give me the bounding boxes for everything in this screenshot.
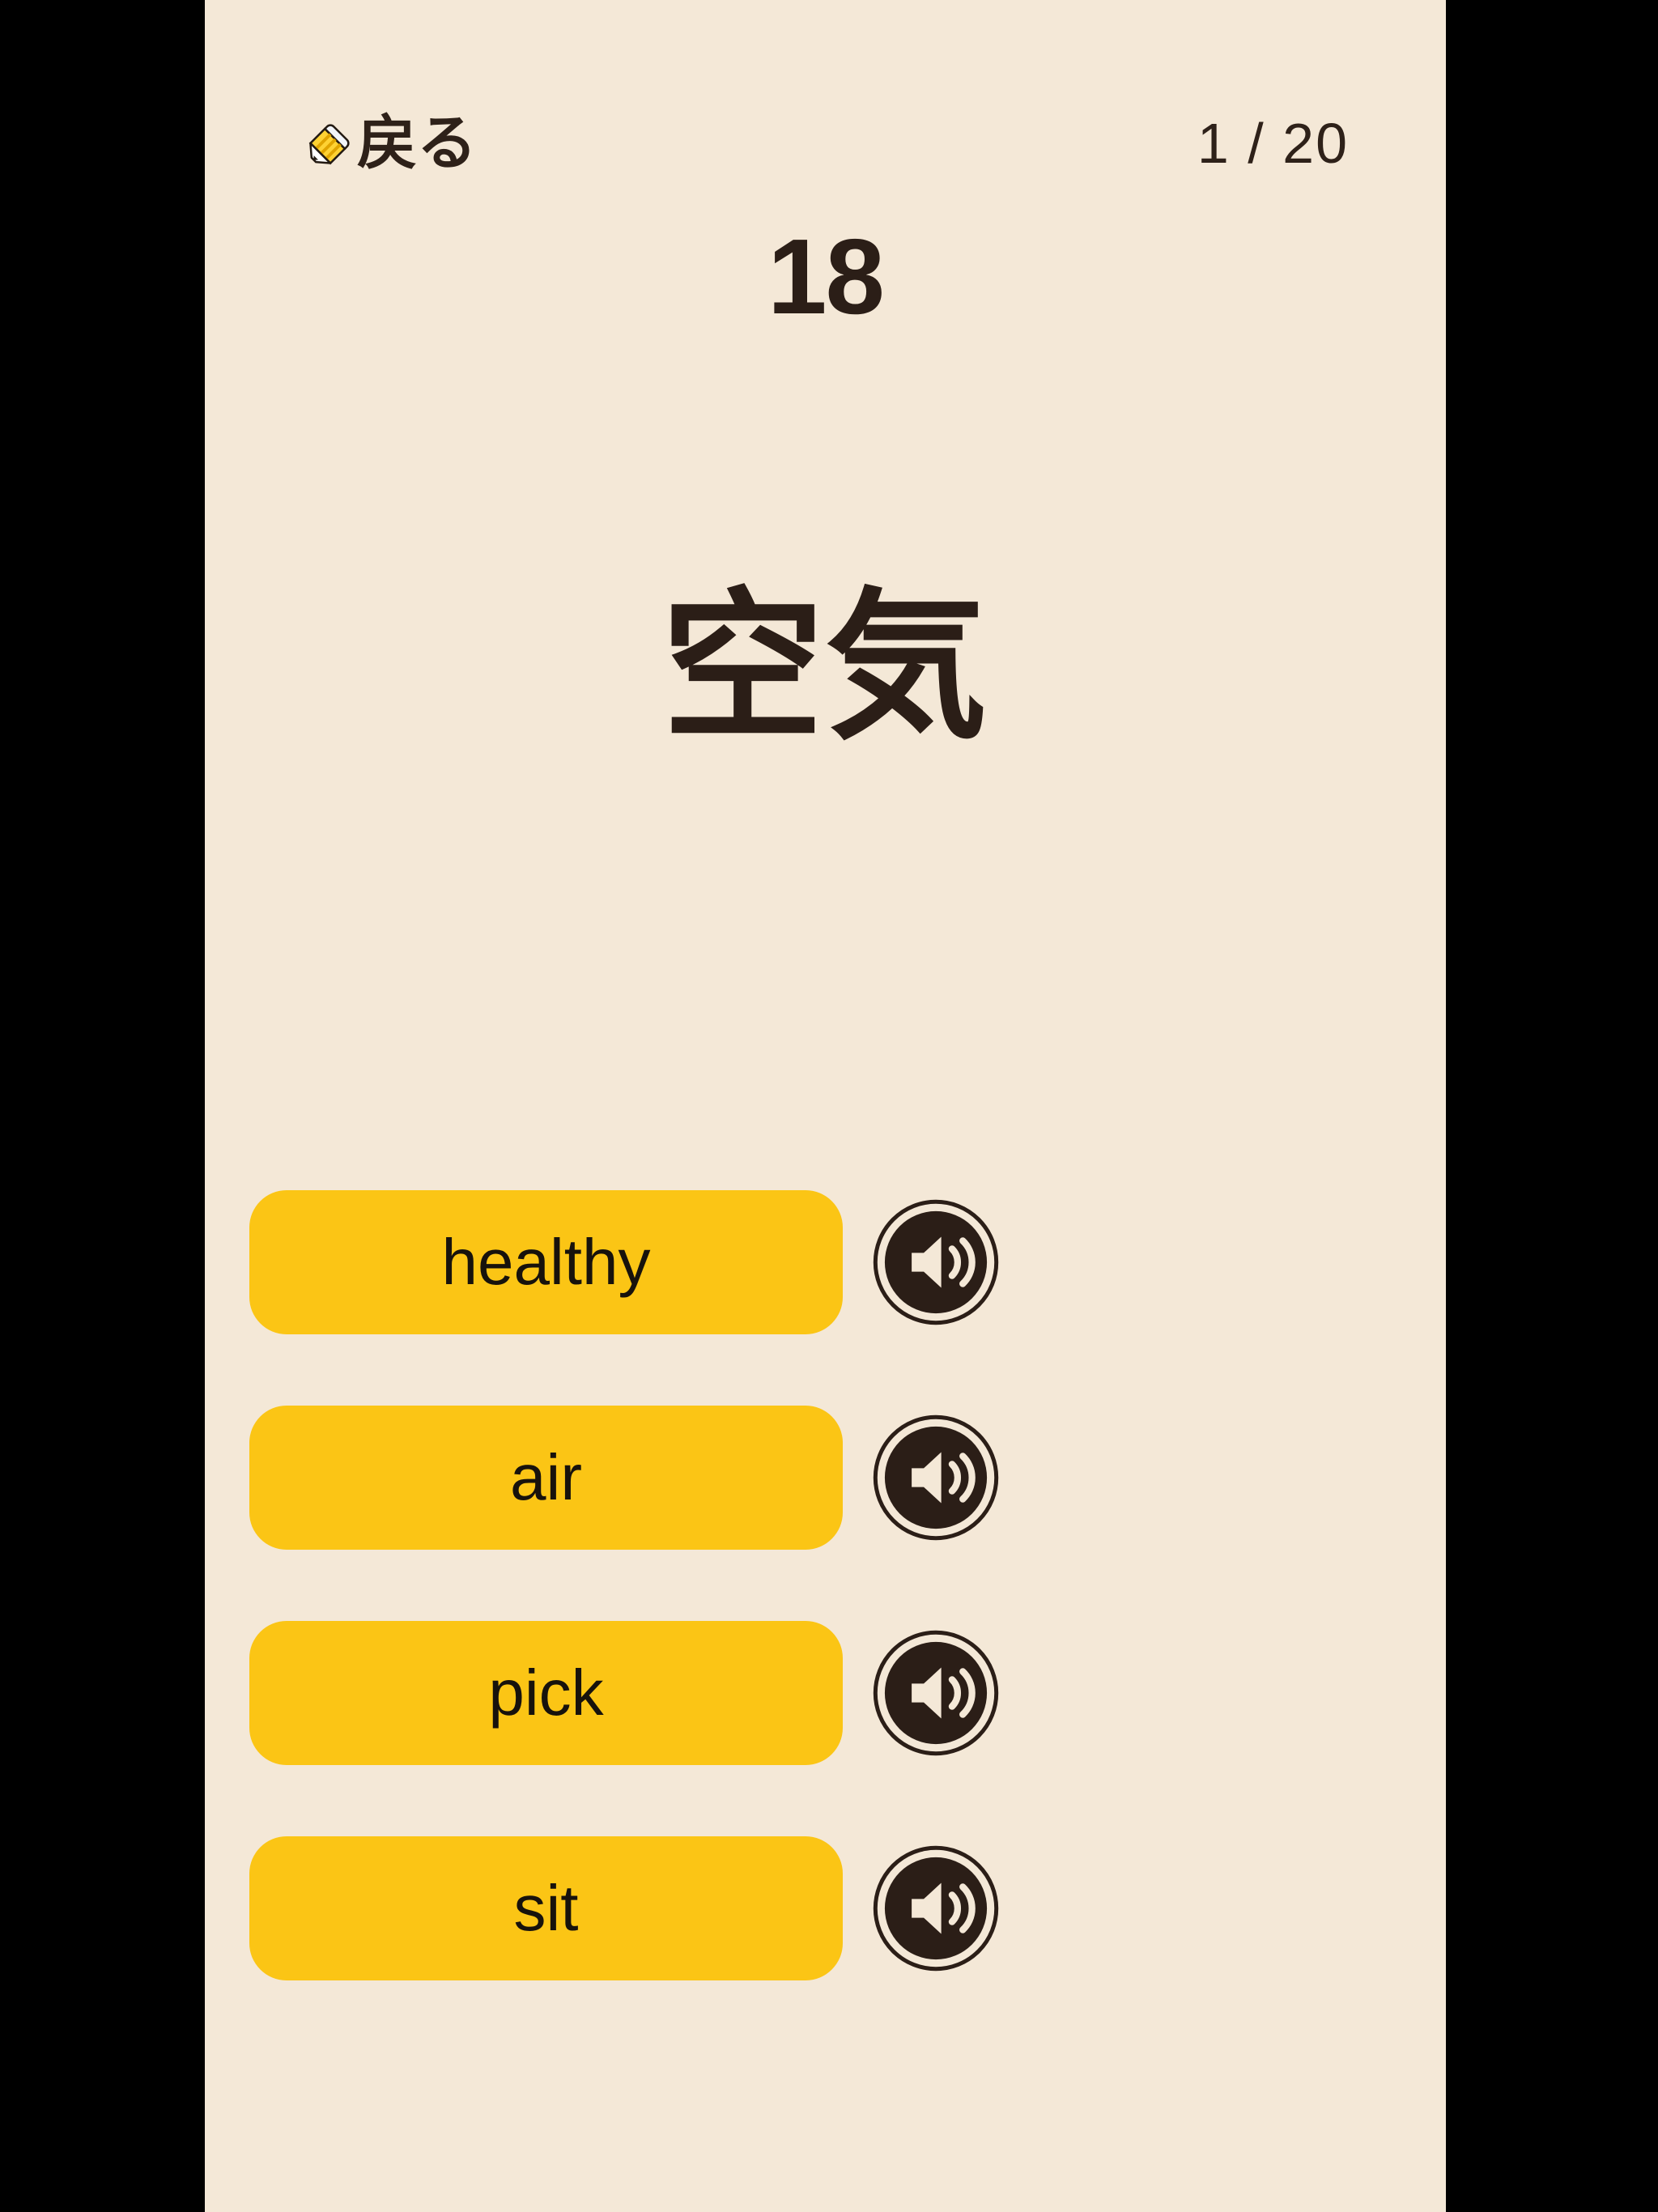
answer-option-4[interactable]: sit xyxy=(249,1836,843,1980)
question-counter: 1 / 20 xyxy=(1197,112,1349,175)
speaker-button-1[interactable] xyxy=(869,1195,1003,1329)
answer-list: healthy air pick sit xyxy=(205,1190,1446,1980)
speaker-icon xyxy=(873,1630,999,1756)
answer-option-label: healthy xyxy=(441,1226,651,1298)
back-button[interactable]: 戻る xyxy=(302,113,477,173)
letterbox-left xyxy=(0,0,205,2212)
speaker-button-2[interactable] xyxy=(869,1410,1003,1545)
answer-option-label: air xyxy=(510,1441,582,1513)
letterbox-right xyxy=(1446,0,1658,2212)
screen: 戻る 1 / 20 18 空気 healthy air pick sit xyxy=(0,0,1658,2212)
answer-option-3[interactable]: pick xyxy=(249,1621,843,1765)
pencil-icon xyxy=(308,124,350,165)
speaker-button-4[interactable] xyxy=(869,1841,1003,1976)
answer-row: healthy xyxy=(205,1190,1446,1334)
prompt-word: 空気 xyxy=(661,573,989,762)
answer-option-2[interactable]: air xyxy=(249,1406,843,1550)
answer-option-label: sit xyxy=(513,1872,579,1944)
back-button-label: 戻る xyxy=(357,108,477,178)
speaker-button-3[interactable] xyxy=(869,1626,1003,1760)
answer-option-1[interactable]: healthy xyxy=(249,1190,843,1334)
quiz-app: 戻る 1 / 20 18 空気 healthy air pick sit xyxy=(205,0,1446,2212)
card-number: 18 xyxy=(767,217,885,336)
speaker-icon xyxy=(873,1414,999,1541)
answer-option-label: pick xyxy=(488,1657,604,1729)
app-header: 戻る 1 / 20 xyxy=(205,99,1446,188)
answer-row: air xyxy=(205,1406,1446,1550)
answer-row: pick xyxy=(205,1621,1446,1765)
speaker-icon xyxy=(873,1199,999,1325)
answer-row: sit xyxy=(205,1836,1446,1980)
speaker-icon xyxy=(873,1845,999,1972)
